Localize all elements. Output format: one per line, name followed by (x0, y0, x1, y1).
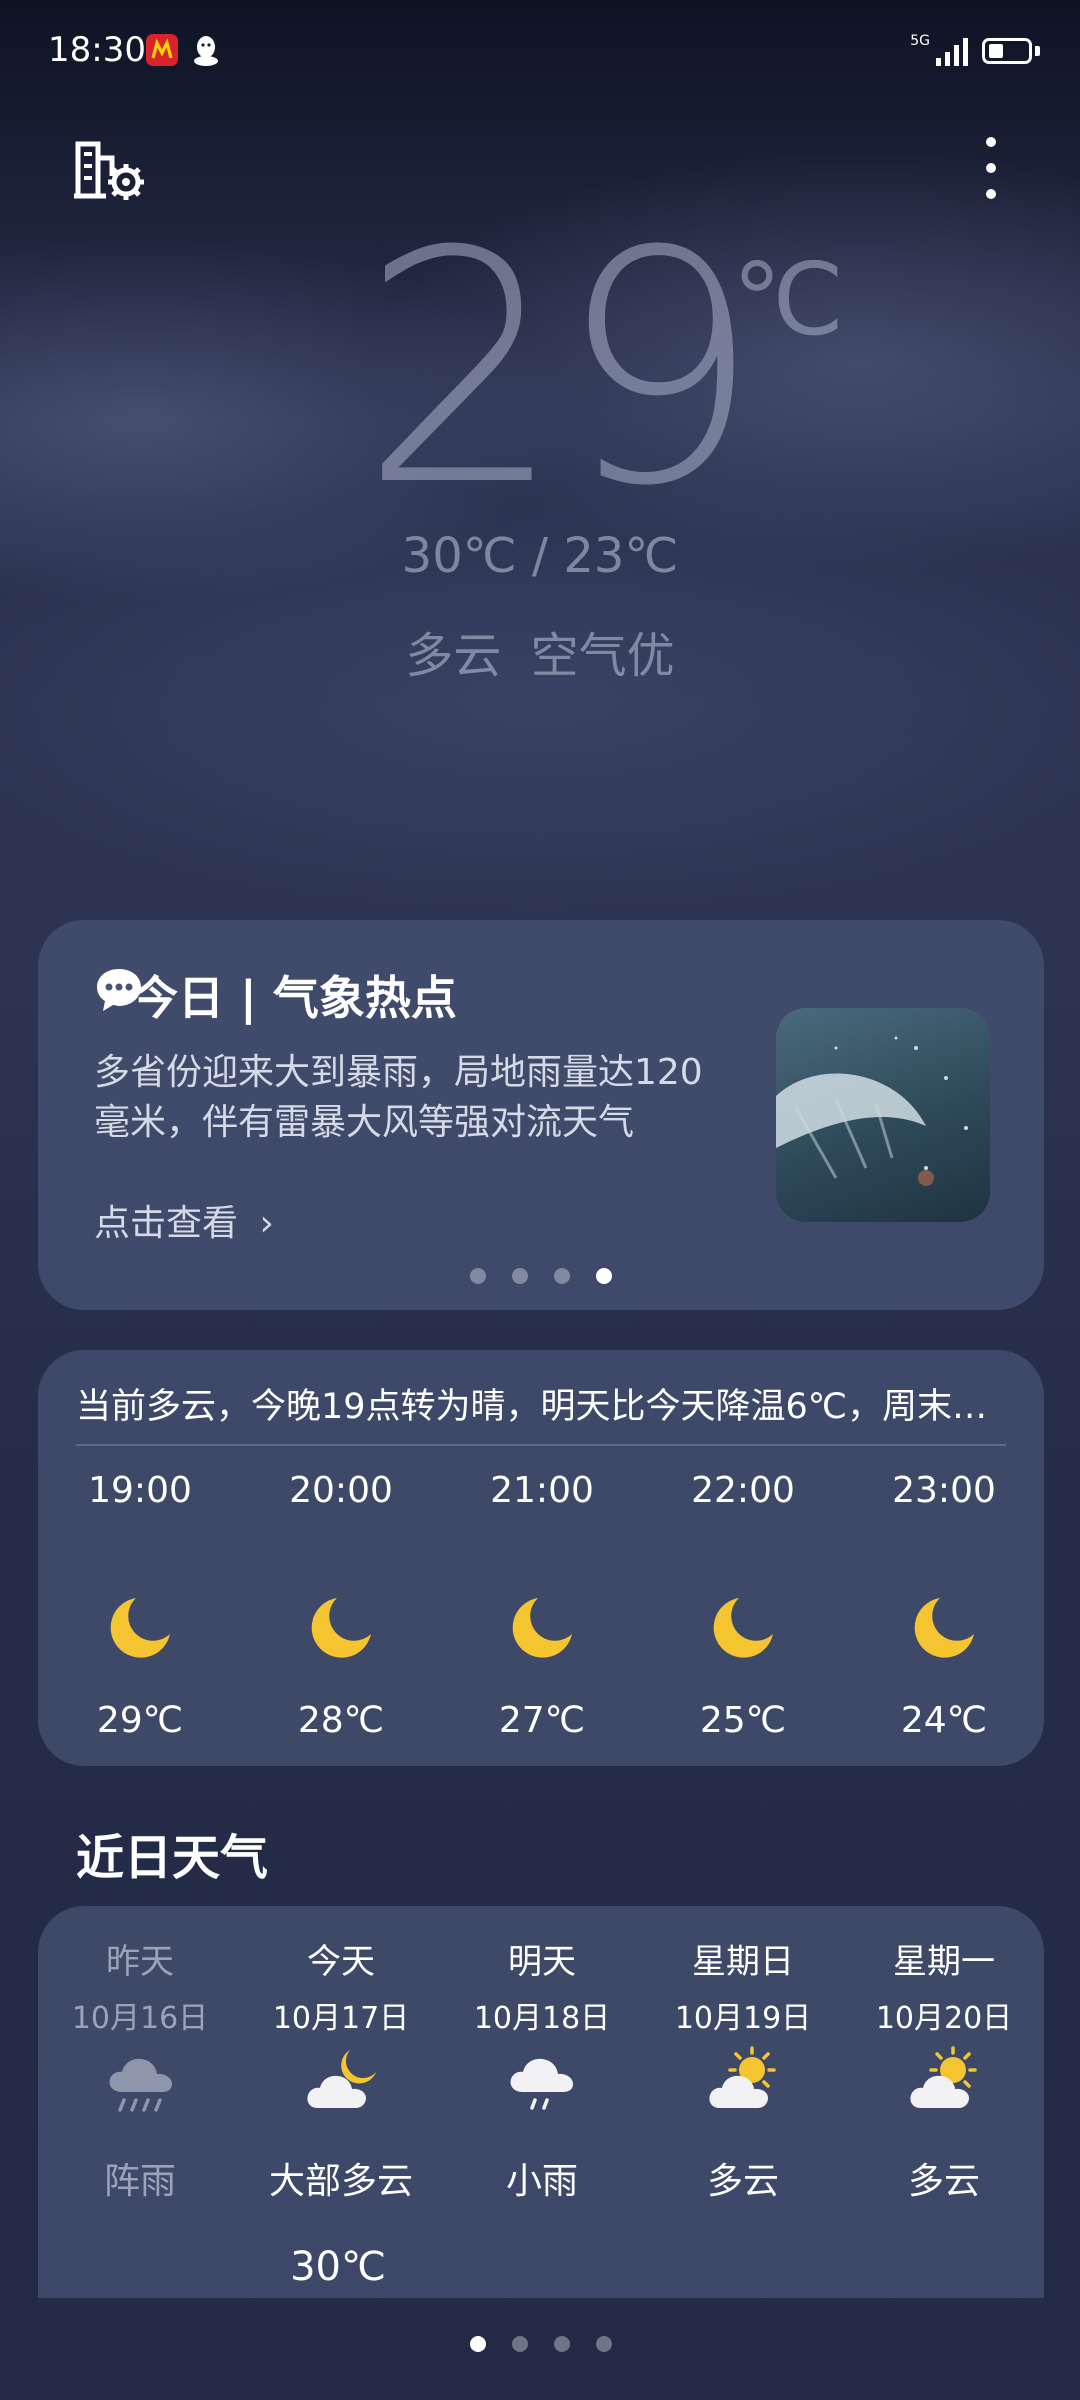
day-name: 昨天 (106, 1942, 174, 1982)
hour-temp: 28℃ (297, 1700, 385, 1741)
hourly-item: 19:00 (40, 1470, 240, 1511)
qq-icon (190, 34, 222, 66)
forecast-summary: 当前多云，今晚19点转为晴，明天比今天降温6℃，周末… (76, 1387, 988, 1427)
battery-icon (982, 38, 1032, 64)
page-dot (512, 2336, 528, 2352)
day-date: 10月20日 (875, 2001, 1013, 2036)
temperature-unit: ℃ (732, 241, 845, 358)
status-time: 18:30 (48, 30, 146, 70)
page-dot (596, 2336, 612, 2352)
moon-icon (512, 1598, 572, 1658)
chevron-right-icon: › (259, 1203, 274, 1244)
day-name: 明天 (508, 1942, 576, 1982)
hour-time: 19:00 (88, 1470, 192, 1511)
moon-icon (311, 1598, 371, 1658)
city-settings-icon[interactable] (72, 136, 146, 202)
current-temperature: 29 (360, 184, 761, 556)
hour-temp: 24℃ (900, 1700, 988, 1741)
day-condition: 大部多云 (268, 2161, 413, 2202)
hotspot-link-label: 点击查看 (94, 1203, 239, 1244)
sun-cloud-icon (910, 2046, 977, 2108)
sun-cloud-icon (709, 2046, 776, 2108)
page-dot (554, 1268, 570, 1284)
day-date: 10月19日 (674, 2001, 812, 2036)
day-name: 星期日 (692, 1942, 794, 1982)
today-high-temp: 30℃ (290, 2244, 386, 2290)
current-condition[interactable]: 多云 空气优 (0, 616, 1080, 686)
hour-time: 23:00 (892, 1470, 996, 1511)
recent-weather-title: 近日天气 (76, 1830, 269, 1886)
day-item-monday[interactable]: 星期一 10月20日 (844, 1934, 1044, 2037)
day-date: 10月16日 (71, 2001, 209, 2036)
day-condition: 小雨 (505, 2161, 578, 2202)
day-date: 10月17日 (272, 2001, 410, 2036)
page-dot (470, 1268, 486, 1284)
mcdonalds-app-icon (146, 34, 178, 66)
moon-cloud-icon (307, 2050, 376, 2108)
network-indicator: 5G (910, 33, 930, 49)
hourly-item: 21:00 (442, 1470, 642, 1511)
hour-time: 20:00 (289, 1470, 393, 1511)
umbrella-rain-image[interactable] (776, 1008, 990, 1222)
hotspot-text: 多省份迎来大到暴雨，局地雨量达120毫米，伴有雷暴大风等强对流天气 (94, 1052, 703, 1143)
day-name: 今天 (307, 1942, 375, 1982)
day-date: 10月18日 (473, 2001, 611, 2036)
temperature-range: 30℃ / 23℃ (401, 528, 679, 584)
hour-time: 22:00 (691, 1470, 795, 1511)
hourly-item: 22:00 (643, 1470, 843, 1511)
more-vertical-icon[interactable] (976, 134, 1006, 202)
day-item-sunday[interactable]: 星期日 10月19日 (643, 1934, 843, 2037)
hour-temp: 29℃ (96, 1700, 184, 1741)
page-dot-active (596, 1268, 612, 1284)
hotspot-page-dots (470, 1268, 612, 1284)
page-dot (512, 1268, 528, 1284)
moon-icon (713, 1598, 773, 1658)
signal-icon (936, 38, 968, 66)
shower-icon (109, 2058, 172, 2112)
hour-temp: 27℃ (498, 1700, 586, 1741)
hotspot-view-link[interactable]: 点击查看 › (94, 1194, 274, 1246)
day-item-tomorrow[interactable]: 明天 10月18日 (442, 1934, 642, 2037)
day-item-today[interactable]: 今天 10月17日 (241, 1934, 441, 2037)
page-dot (554, 2336, 570, 2352)
hour-time: 21:00 (490, 1470, 594, 1511)
day-condition: 多云 (706, 2161, 779, 2202)
hour-temp: 25℃ (699, 1700, 787, 1741)
city-pager-dots[interactable] (470, 2336, 612, 2352)
day-item-yesterday[interactable]: 昨天 10月16日 (40, 1934, 240, 2037)
divider (76, 1444, 1006, 1446)
moon-icon (110, 1598, 170, 1658)
light-rain-icon (510, 2058, 573, 2110)
hourly-item: 20:00 (241, 1470, 441, 1511)
hotspot-title: 今日 | 气象热点 (132, 971, 457, 1025)
day-condition: 多云 (907, 2161, 980, 2202)
day-condition: 阵雨 (103, 2161, 176, 2202)
moon-icon (914, 1598, 974, 1658)
hourly-item: 23:00 (844, 1470, 1044, 1511)
day-name: 星期一 (893, 1942, 995, 1982)
page-dot-active (470, 2336, 486, 2352)
